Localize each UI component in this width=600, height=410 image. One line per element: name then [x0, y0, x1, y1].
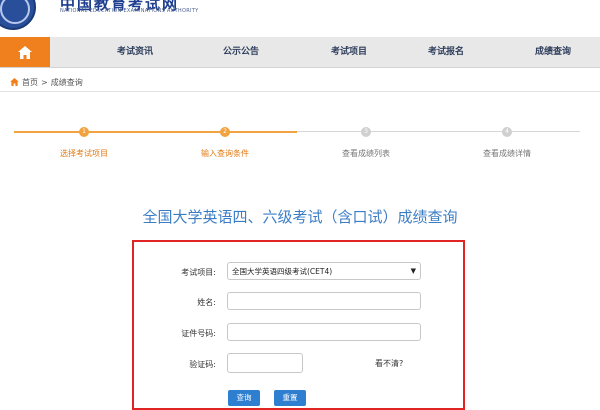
id-number-input[interactable] [227, 323, 421, 341]
page-title: 全国大学英语四、六级考试（含口试）成绩查询 [142, 208, 458, 226]
nav-item-exam-programs[interactable]: 考试项目 [331, 37, 367, 67]
captcha-label: 验证码: [189, 360, 216, 369]
home-icon [10, 78, 19, 86]
nav-item-exam-news[interactable]: 考试资讯 [117, 37, 153, 67]
home-icon [18, 45, 32, 59]
breadcrumb: 首页 > 成绩查询 [10, 75, 83, 89]
breadcrumb-home-link[interactable]: 首页 [22, 77, 38, 88]
breadcrumb-separator: > [41, 77, 48, 87]
breadcrumb-current: 成绩查询 [50, 77, 83, 87]
exam-select[interactable]: 全国大学英语四级考试(CET4) ▼ [227, 262, 421, 280]
nav-home-button[interactable] [0, 37, 50, 67]
step-3-marker: 3 [361, 127, 371, 137]
step-3-label: 查看成绩列表 [342, 149, 390, 158]
main-nav: 考试资讯 公示公告 考试项目 考试报名 成绩查询 [0, 37, 600, 68]
step-4-label: 查看成绩详情 [483, 149, 531, 158]
reset-button[interactable]: 重置 [274, 390, 306, 406]
captcha-refresh-link[interactable]: 看不清? [375, 358, 403, 369]
id-number-label: 证件号码: [181, 329, 216, 338]
step-2-marker: 2 [220, 127, 230, 137]
exam-select-value: 全国大学英语四级考试(CET4) [232, 266, 333, 276]
step-2-label: 输入查询条件 [201, 149, 249, 158]
breadcrumb-divider [0, 91, 600, 92]
name-input[interactable] [227, 292, 421, 310]
site-subtitle: NATIONAL EDUCATION EXAMINATIONS AUTHORIT… [60, 8, 199, 14]
exam-select-label: 考试项目: [181, 268, 216, 277]
step-1-label: 选择考试项目 [60, 149, 108, 158]
nav-item-registration[interactable]: 考试报名 [428, 37, 464, 67]
progress-line-remaining [297, 131, 580, 132]
captcha-input[interactable] [227, 353, 303, 373]
site-header: 中国教育考试网 NATIONAL EDUCATION EXAMINATIONS … [0, 0, 600, 36]
name-field-label: 姓名: [197, 298, 216, 307]
query-button[interactable]: 查询 [228, 390, 260, 406]
step-1-marker: 1 [79, 127, 89, 137]
nav-item-announcements[interactable]: 公示公告 [223, 37, 259, 67]
progress-line-completed [14, 131, 297, 133]
score-query-form: 考试项目: 全国大学英语四级考试(CET4) ▼ 姓名: 证件号码: 验证码: … [132, 240, 465, 410]
dropdown-arrow-icon: ▼ [410, 267, 416, 275]
nav-item-score-query[interactable]: 成绩查询 [535, 37, 571, 67]
logo-seal-icon[interactable] [0, 0, 36, 30]
step-4-marker: 4 [502, 127, 512, 137]
